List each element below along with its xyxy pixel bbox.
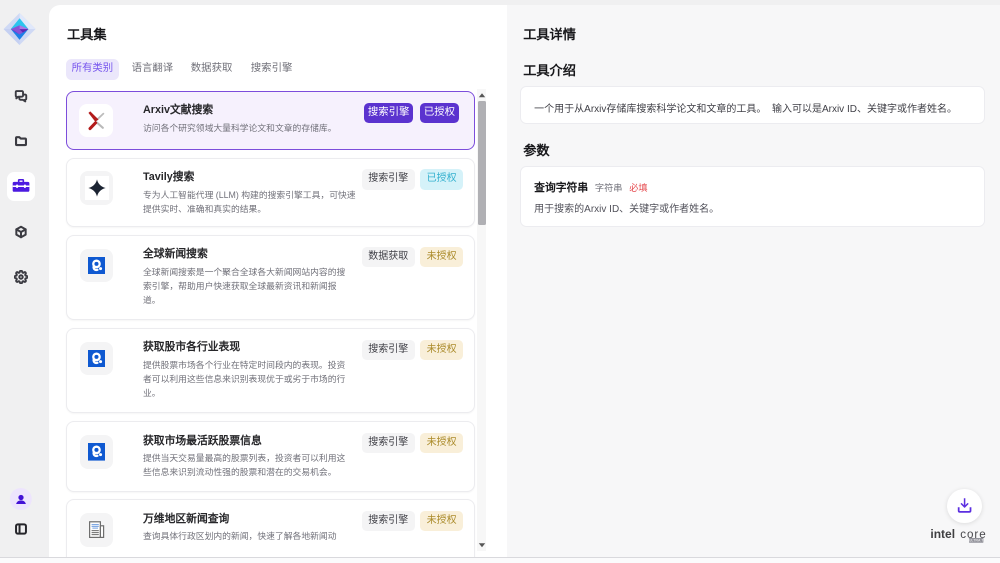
svg-text:ULTRA 7: ULTRA 7 bbox=[969, 539, 983, 543]
